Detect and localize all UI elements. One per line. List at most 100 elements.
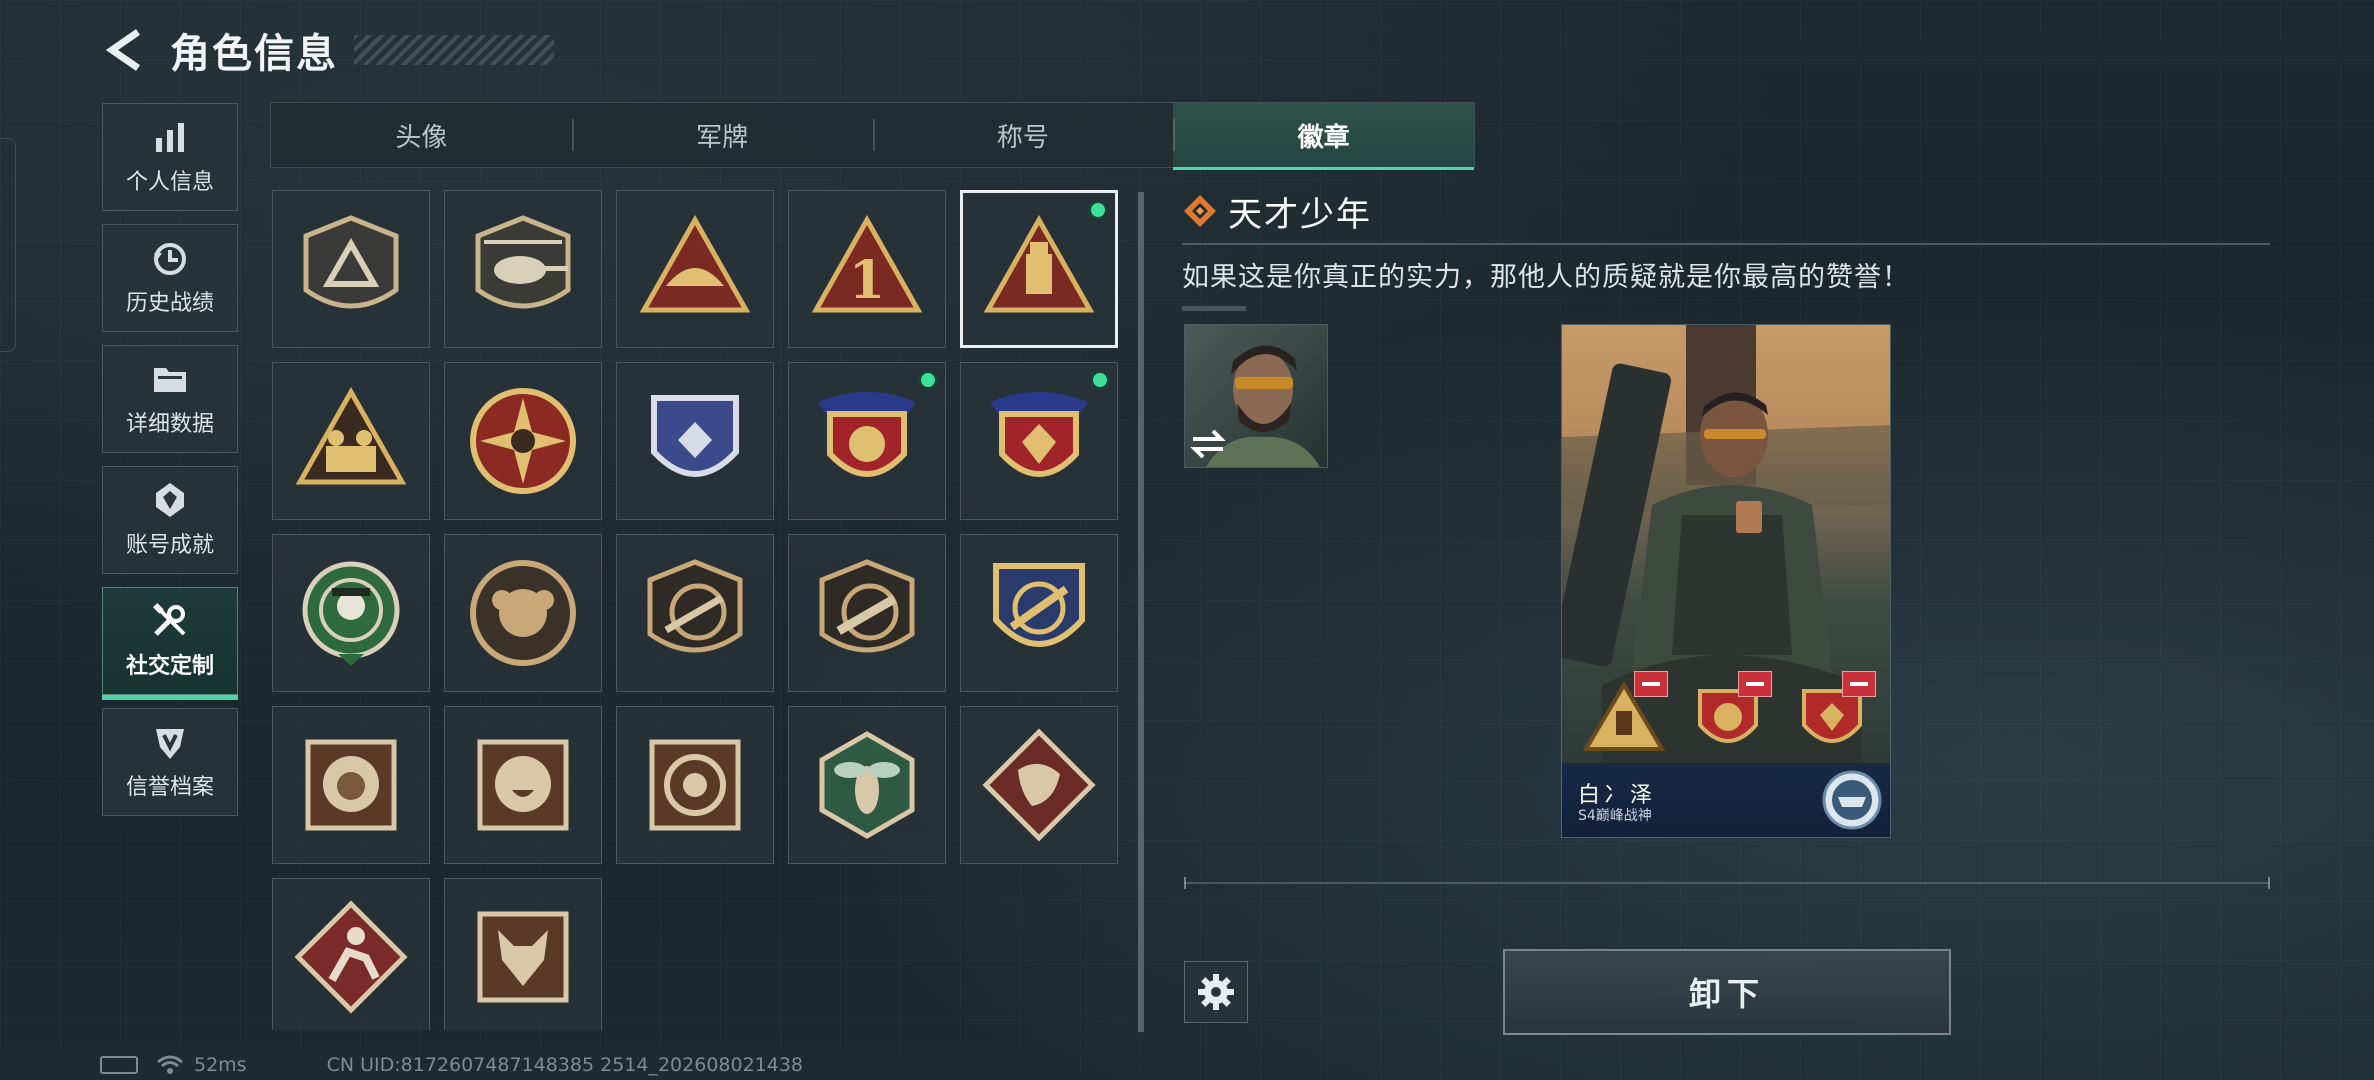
diamond-rank-icon bbox=[1184, 195, 1216, 227]
folder-icon bbox=[154, 368, 186, 392]
star-compass-badge bbox=[470, 388, 576, 494]
card-badge-slot-1[interactable] bbox=[1576, 665, 1672, 761]
ping-value: 52ms bbox=[194, 1054, 247, 1076]
gear-icon bbox=[1198, 974, 1234, 1010]
history-clock-icon bbox=[154, 243, 186, 275]
tab-title[interactable]: 称号 bbox=[872, 103, 1174, 167]
category-tabs: 头像 军牌 称号 徽章 bbox=[270, 102, 1475, 170]
sidebar-item-achievements[interactable]: 账号成就 bbox=[102, 466, 238, 574]
wasp-badge bbox=[819, 731, 915, 839]
tab-badge[interactable]: 徽章 bbox=[1173, 103, 1474, 170]
status-bar: 52ms CN UID:8172607487148385 2514_202608… bbox=[100, 1052, 803, 1078]
number-one-badge: 1 bbox=[811, 214, 923, 313]
badge-cell[interactable] bbox=[444, 706, 602, 864]
sidebar-item-detailed-data[interactable]: 详细数据 bbox=[102, 345, 238, 453]
badge-cell[interactable] bbox=[788, 706, 946, 864]
wifi-icon bbox=[157, 1055, 183, 1074]
badge-cell[interactable]: 1 bbox=[788, 190, 946, 348]
character-card: 白冫泽 S4巅峰战神 bbox=[1561, 324, 1891, 838]
operator-illustration bbox=[1562, 325, 1890, 765]
fox-badge bbox=[477, 911, 569, 1003]
equipped-indicator bbox=[918, 370, 938, 390]
red-crest-badge bbox=[818, 392, 916, 477]
bottom-divider bbox=[1184, 877, 2270, 889]
sidebar-item-personal-info[interactable]: 个人信息 bbox=[102, 103, 238, 211]
badge-grid-scrollbar[interactable] bbox=[1138, 192, 1144, 1032]
uid-text: CN UID:8172607487148385 2514_20260802143… bbox=[326, 1054, 804, 1076]
bronze-round-badge bbox=[470, 560, 576, 666]
rifle-shield-badge bbox=[647, 559, 743, 653]
badge-cell[interactable] bbox=[788, 362, 946, 520]
sidebar-item-label: 历史战绩 bbox=[125, 291, 214, 316]
remove-badge-button[interactable] bbox=[1842, 671, 1876, 697]
badge-cell[interactable] bbox=[616, 190, 774, 348]
badge-cell[interactable] bbox=[616, 362, 774, 520]
settings-button[interactable] bbox=[1184, 961, 1248, 1023]
usb-triangle-badge bbox=[983, 214, 1095, 313]
badge-cell[interactable] bbox=[444, 362, 602, 520]
badge-cell[interactable] bbox=[272, 190, 430, 348]
description-underline bbox=[1182, 306, 1246, 311]
card-footer: 白冫泽 S4巅峰战神 bbox=[1562, 763, 1890, 837]
page-header: 角色信息 bbox=[100, 22, 554, 78]
sidebar-item-social-custom[interactable]: 社交定制 bbox=[102, 587, 238, 700]
lion-badge bbox=[305, 739, 397, 831]
badge-cell[interactable] bbox=[272, 534, 430, 692]
blue-shield-badge bbox=[651, 395, 739, 477]
sidebar-nav: 个人信息 历史战绩 详细数据 账号成就 社交定制 信誉档案 bbox=[102, 103, 240, 829]
sidebar-item-label: 信誉档案 bbox=[125, 775, 214, 800]
bar-chart-icon bbox=[156, 123, 184, 152]
side-drawer-handle[interactable] bbox=[0, 138, 16, 352]
target-ring-badge bbox=[649, 739, 741, 831]
hand-triangle-badge bbox=[639, 214, 751, 313]
equipped-indicator bbox=[1088, 200, 1108, 220]
badge-cell[interactable] bbox=[960, 190, 1118, 348]
lion-roar-badge bbox=[477, 739, 569, 831]
back-button[interactable] bbox=[100, 22, 148, 78]
badge-name: 天才少年 bbox=[1228, 194, 1372, 235]
remove-badge-button[interactable] bbox=[1634, 671, 1668, 697]
badge-cell[interactable] bbox=[960, 362, 1118, 520]
badge-cell[interactable] bbox=[960, 706, 1118, 864]
tab-dog-tag[interactable]: 军牌 bbox=[571, 103, 873, 167]
badge-cell[interactable] bbox=[272, 878, 430, 1030]
remove-badge-button[interactable] bbox=[1738, 671, 1772, 697]
badge-detail-panel: 天才少年 如果这是你真正的实力，那他人的质疑就是你最高的赞誉！ bbox=[1182, 185, 2272, 311]
skull-target-badge bbox=[302, 561, 400, 666]
sidebar-item-credit-file[interactable]: 信誉档案 bbox=[102, 708, 238, 816]
card-badge-slot-3[interactable] bbox=[1784, 665, 1880, 761]
page-title: 角色信息 bbox=[170, 31, 338, 77]
title-decoration bbox=[354, 35, 554, 65]
red-crest-gem-badge bbox=[990, 392, 1088, 477]
badge-grid: 1 bbox=[272, 190, 1124, 1030]
soldiers-triangle-badge bbox=[295, 386, 407, 485]
badge-cell[interactable] bbox=[960, 534, 1118, 692]
card-badge-slot-2[interactable] bbox=[1680, 665, 1776, 761]
badge-cell[interactable] bbox=[616, 706, 774, 864]
sidebar-item-label: 个人信息 bbox=[125, 170, 214, 195]
player-avatar[interactable] bbox=[1184, 324, 1328, 468]
badge-cell[interactable] bbox=[788, 534, 946, 692]
back-arrow-icon bbox=[105, 29, 140, 71]
badge-cell[interactable] bbox=[272, 706, 430, 864]
badge-cell[interactable] bbox=[444, 878, 602, 1030]
badge-cell[interactable] bbox=[272, 362, 430, 520]
badge-cell[interactable] bbox=[444, 190, 602, 348]
detail-divider bbox=[1182, 243, 2270, 245]
medal-icon bbox=[156, 483, 184, 517]
sidebar-item-history[interactable]: 历史战绩 bbox=[102, 224, 238, 332]
rank-emblem-icon bbox=[1822, 770, 1882, 830]
sidebar-item-label: 账号成就 bbox=[125, 533, 214, 558]
unequip-button[interactable]: 卸下 bbox=[1503, 949, 1951, 1035]
helicopter-badge bbox=[475, 215, 571, 309]
equipped-indicator bbox=[1090, 370, 1110, 390]
badge-cell[interactable] bbox=[444, 534, 602, 692]
sidebar-item-label: 详细数据 bbox=[125, 412, 214, 437]
crossed-scope-badge bbox=[993, 563, 1085, 647]
badge-cell[interactable] bbox=[616, 534, 774, 692]
badge-description: 如果这是你真正的实力，那他人的质疑就是你最高的赞誉！ bbox=[1182, 262, 1910, 293]
tab-avatar[interactable]: 头像 bbox=[271, 103, 572, 167]
rifle-shield-2-badge bbox=[819, 559, 915, 653]
battery-icon bbox=[100, 1056, 138, 1074]
swap-icon bbox=[1190, 429, 1226, 459]
